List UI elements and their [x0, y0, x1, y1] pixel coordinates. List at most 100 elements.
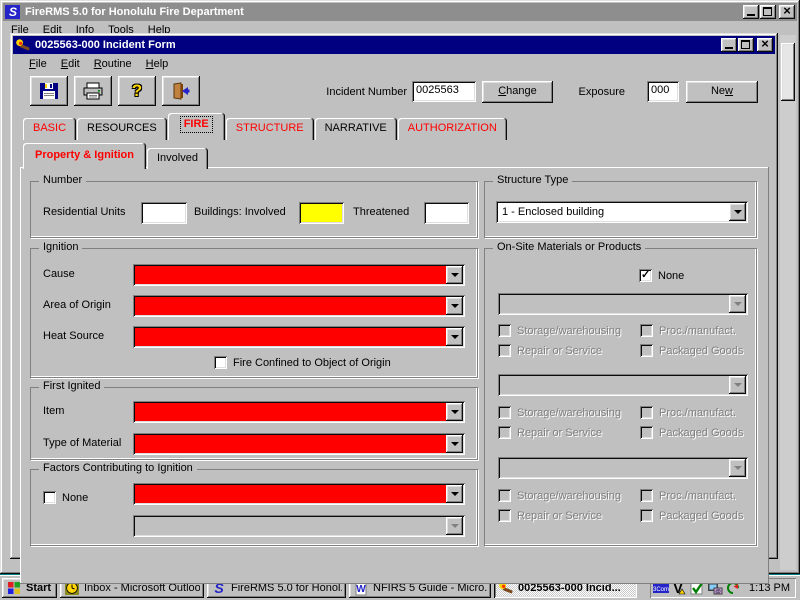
- chevron-down-icon[interactable]: [446, 403, 463, 421]
- svg-text:W: W: [356, 584, 366, 595]
- material3-storage-checkbox: [498, 489, 511, 502]
- chevron-down-icon[interactable]: [446, 328, 463, 346]
- material3-packaged-label: Packaged Goods: [659, 510, 743, 522]
- chevron-down-icon[interactable]: [446, 435, 463, 453]
- onsite-none-label: None: [658, 270, 684, 282]
- ignition-group-title: Ignition: [39, 241, 82, 253]
- residential-units-field[interactable]: [141, 202, 187, 224]
- factors-none-checkbox[interactable]: [43, 491, 56, 504]
- structure-type-combobox[interactable]: 1 - Enclosed building: [496, 201, 748, 223]
- material1-proc-checkbox: [640, 324, 653, 337]
- print-button[interactable]: [74, 76, 112, 106]
- heat-source-combobox[interactable]: [133, 326, 465, 348]
- close-icon[interactable]: [757, 38, 773, 52]
- svg-text:@: @: [715, 589, 721, 595]
- chevron-down-icon[interactable]: [446, 485, 463, 503]
- area-of-origin-label: Area of Origin: [43, 299, 111, 311]
- menu-file[interactable]: File: [22, 56, 54, 72]
- material1-repair-label: Repair or Service: [517, 345, 602, 357]
- incident-menubar: File Edit Routine Help: [22, 56, 175, 72]
- app-title: FireRMS 5.0 for Honolulu Fire Department: [25, 6, 742, 18]
- heat-source-label: Heat Source: [43, 330, 104, 342]
- fire-form-panel: Number Residential Units Buildings: Invo…: [20, 167, 769, 584]
- cause-combobox[interactable]: [133, 264, 465, 286]
- factors-group-title: Factors Contributing to Ignition: [39, 462, 197, 474]
- exposure-field[interactable]: 000: [647, 81, 679, 102]
- tab-resources[interactable]: RESOURCES: [77, 118, 167, 140]
- menu-routine[interactable]: Routine: [87, 56, 139, 72]
- new-button[interactable]: New: [686, 81, 758, 103]
- minimize-icon[interactable]: [721, 38, 737, 52]
- exposure-value: 000: [651, 84, 669, 96]
- tab-structure[interactable]: STRUCTURE: [226, 118, 314, 140]
- chevron-down-icon: [729, 295, 746, 313]
- incident-number-field[interactable]: 0025563: [412, 81, 476, 102]
- first-ignited-group: First Ignited Item Type of Material: [30, 387, 478, 460]
- chevron-down-icon[interactable]: [446, 266, 463, 284]
- fire-confined-checkbox[interactable]: [214, 356, 227, 369]
- material3-repair-checkbox: [498, 509, 511, 522]
- area-of-origin-combobox[interactable]: [133, 295, 465, 317]
- factor1-combobox[interactable]: [133, 483, 465, 505]
- fire-confined-label: Fire Confined to Object of Origin: [233, 357, 391, 369]
- material2-repair-label: Repair or Service: [517, 427, 602, 439]
- maximize-icon[interactable]: [760, 5, 776, 19]
- menu-edit[interactable]: Edit: [54, 56, 87, 72]
- material2-storage-label: Storage/warehousing: [517, 407, 621, 419]
- help-button[interactable]: ?: [118, 76, 156, 106]
- print-icon: [82, 82, 104, 100]
- tab-property-ignition[interactable]: Property & Ignition: [23, 143, 146, 169]
- onsite-none-checkbox[interactable]: [639, 269, 652, 282]
- exposure-label: Exposure: [565, 86, 625, 98]
- tab-involved[interactable]: Involved: [147, 148, 208, 169]
- change-button[interactable]: Change: [482, 81, 553, 103]
- material2-storage-checkbox: [498, 406, 511, 419]
- incident-title: 0025563-000 Incident Form: [35, 39, 720, 51]
- material3-repair-label: Repair or Service: [517, 510, 602, 522]
- material2-repair-checkbox: [498, 426, 511, 439]
- close-icon[interactable]: [779, 5, 795, 19]
- save-button[interactable]: [30, 76, 68, 106]
- buildings-involved-field[interactable]: [299, 202, 344, 224]
- material3-combobox: [498, 457, 748, 479]
- item-combobox[interactable]: [133, 401, 465, 423]
- factors-group: Factors Contributing to Ignition None: [30, 469, 478, 546]
- app-scrollbar[interactable]: [780, 35, 796, 570]
- tab-narrative[interactable]: NARRATIVE: [315, 118, 397, 140]
- material2-proc-checkbox: [640, 406, 653, 419]
- structure-type-group: Structure Type 1 - Enclosed building: [484, 181, 757, 238]
- number-group: Number Residential Units Buildings: Invo…: [30, 181, 478, 238]
- material3-proc-label: Proc./manufact.: [659, 490, 736, 502]
- tab-fire[interactable]: FIRE: [168, 113, 225, 140]
- app-titlebar: S FireRMS 5.0 for Honolulu Fire Departme…: [3, 3, 797, 21]
- maximize-icon[interactable]: [738, 38, 754, 52]
- chevron-down-icon: [446, 517, 463, 535]
- minimize-icon[interactable]: [743, 5, 759, 19]
- number-group-title: Number: [39, 174, 86, 186]
- exit-button[interactable]: [162, 76, 200, 106]
- tab-basic[interactable]: BASIC: [23, 118, 76, 140]
- material3-storage-label: Storage/warehousing: [517, 490, 621, 502]
- threatened-field[interactable]: [424, 202, 469, 224]
- material3-packaged-checkbox: [640, 509, 653, 522]
- save-icon: [39, 82, 59, 100]
- chevron-down-icon[interactable]: [446, 297, 463, 315]
- tab-authorization[interactable]: AUTHORIZATION: [398, 118, 507, 140]
- factors-none-label: None: [62, 492, 88, 504]
- material2-packaged-label: Packaged Goods: [659, 427, 743, 439]
- cause-label: Cause: [43, 268, 75, 280]
- buildings-involved-label: Buildings: Involved: [194, 206, 286, 218]
- svg-text:S: S: [9, 5, 17, 19]
- incident-number-label: Incident Number: [260, 86, 407, 98]
- main-tabs: BASIC RESOURCES FIRE STRUCTURE NARRATIVE…: [23, 113, 508, 140]
- scrollbar-thumb[interactable]: [781, 43, 795, 101]
- menu-help[interactable]: Help: [139, 56, 176, 72]
- firerms-logo-icon: S: [5, 4, 21, 20]
- chevron-down-icon[interactable]: [729, 203, 746, 221]
- exit-icon: [171, 82, 191, 100]
- type-of-material-label: Type of Material: [43, 437, 121, 449]
- material1-storage-label: Storage/warehousing: [517, 325, 621, 337]
- type-of-material-combobox[interactable]: [133, 433, 465, 455]
- material1-proc-label: Proc./manufact.: [659, 325, 736, 337]
- material3-proc-checkbox: [640, 489, 653, 502]
